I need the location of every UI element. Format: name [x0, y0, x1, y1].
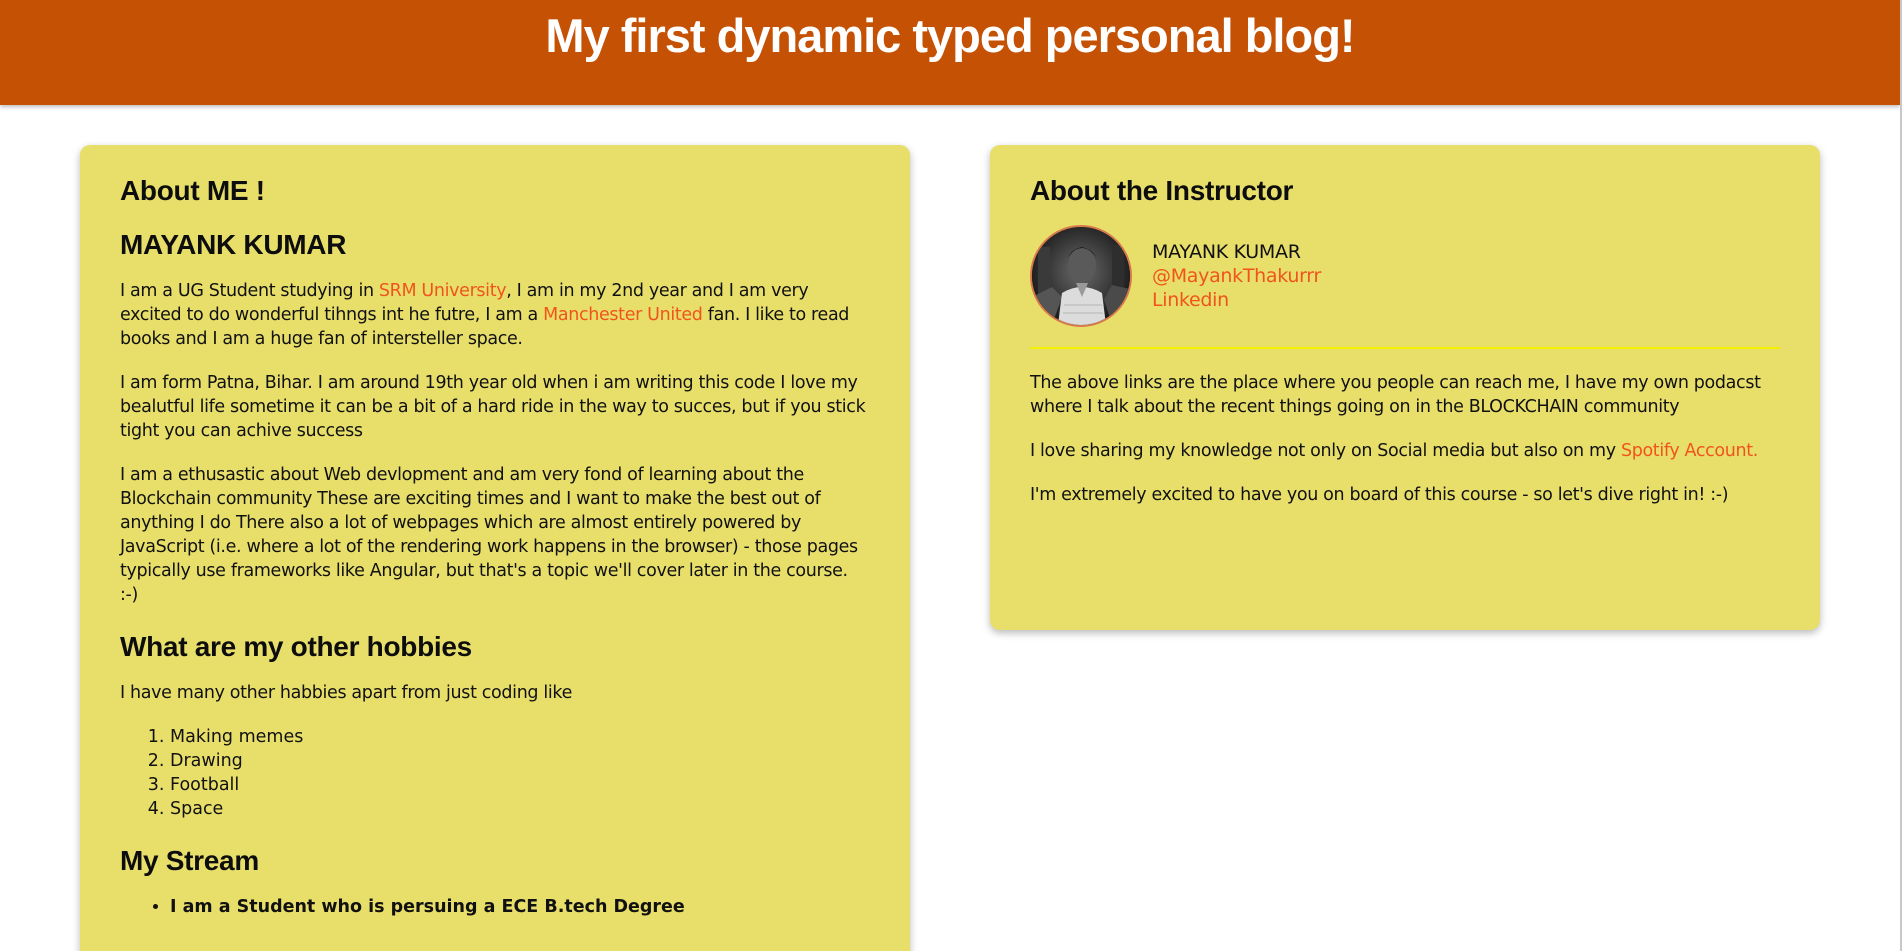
spotify-account-link[interactable]: Spotify Account.: [1621, 441, 1758, 461]
instructor-paragraph-2: I love sharing my knowledge not only on …: [1030, 439, 1780, 463]
stream-heading: My Stream: [120, 845, 259, 876]
list-item: Space: [170, 797, 870, 821]
instructor-info: MAYANK KUMAR @MayankThakurrr Linkedin: [1152, 240, 1321, 312]
about-me-text: I am a UG Student studying in: [120, 281, 379, 301]
list-item: Drawing: [170, 749, 870, 773]
avatar-photo-icon: [1032, 227, 1130, 325]
about-me-paragraph-1: I am a UG Student studying in SRM Univer…: [120, 279, 870, 351]
about-instructor-card: About the Instructor MAYANK KUMAR @Mayan…: [990, 145, 1820, 630]
linkedin-link[interactable]: Linkedin: [1152, 289, 1229, 311]
stream-list: I am a Student who is persuing a ECE B.t…: [120, 895, 870, 919]
list-item: I am a Student who is persuing a ECE B.t…: [170, 895, 870, 919]
page-header: My first dynamic typed personal blog!: [0, 0, 1900, 105]
instructor-paragraph-1: The above links are the place where you …: [1030, 373, 1761, 417]
instructor-name: MAYANK KUMAR: [1152, 241, 1301, 263]
about-me-paragraph-2: I am form Patna, Bihar. I am around 19th…: [120, 373, 866, 441]
instructor-heading: About the Instructor: [1030, 175, 1294, 206]
hobbies-heading: What are my other hobbies: [120, 631, 472, 662]
instructor-profile: MAYANK KUMAR @MayankThakurrr Linkedin: [1030, 225, 1780, 349]
page: My first dynamic typed personal blog! Ab…: [0, 0, 1902, 951]
instructor-text: I love sharing my knowledge not only on …: [1030, 441, 1621, 461]
twitter-handle-link[interactable]: @MayankThakurrr: [1152, 265, 1321, 287]
page-title: My first dynamic typed personal blog!: [545, 9, 1355, 62]
about-me-paragraph-3: I am a ethusastic about Web devlopment a…: [120, 465, 858, 605]
list-item: Football: [170, 773, 870, 797]
hobbies-intro: I have many other habbies apart from jus…: [120, 683, 573, 703]
srm-university-link[interactable]: SRM University: [379, 281, 507, 301]
hobbies-list: Making memes Drawing Football Space: [120, 725, 870, 821]
avatar: [1030, 225, 1132, 327]
instructor-paragraph-3: I'm extremely excited to have you on boa…: [1030, 485, 1729, 505]
about-me-card: About ME ! MAYANK KUMAR I am a UG Studen…: [80, 145, 910, 951]
about-me-name: MAYANK KUMAR: [120, 229, 347, 260]
manchester-united-link[interactable]: Manchester United: [543, 305, 703, 325]
about-me-heading: About ME !: [120, 175, 265, 206]
list-item: Making memes: [170, 725, 870, 749]
